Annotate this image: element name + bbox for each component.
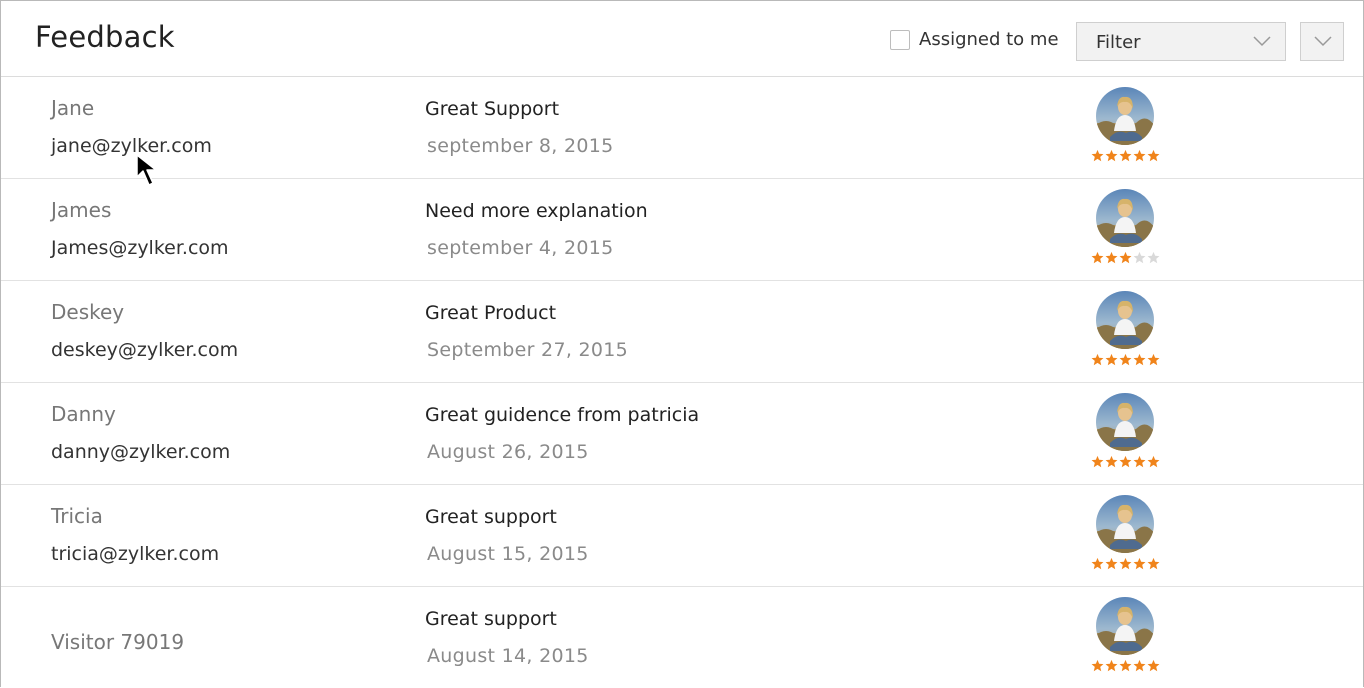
star-icon: [1147, 251, 1160, 264]
avatar: [1096, 87, 1154, 145]
chevron-down-icon: [1314, 36, 1332, 47]
star-icon: [1147, 659, 1160, 672]
star-icon: [1119, 353, 1132, 366]
assigned-to-me-toggle[interactable]: Assigned to me: [890, 29, 1059, 50]
customer-email: deskey@zylker.com: [51, 339, 239, 361]
avatar: [1096, 495, 1154, 553]
customer-email: danny@zylker.com: [51, 441, 231, 463]
feedback-date: August 15, 2015: [427, 543, 589, 565]
feedback-row[interactable]: Deskey deskey@zylker.com Great Product Sept…: [1, 281, 1363, 383]
page-title: Feedback: [35, 20, 175, 54]
customer-email: James@zylker.com: [51, 237, 229, 259]
star-icon: [1091, 557, 1104, 570]
customer-name: Visitor 79019: [51, 630, 185, 654]
feedback-subject: Great Product: [425, 302, 557, 324]
checkbox-icon[interactable]: [890, 29, 910, 50]
customer-name: Tricia: [51, 504, 103, 528]
customer-name: Jane: [51, 96, 95, 120]
feedback-row[interactable]: Danny danny@zylker.com Great guidence from…: [1, 383, 1363, 485]
filter-label: Filter: [1096, 32, 1141, 53]
star-rating: [1091, 353, 1160, 366]
customer-name: Deskey: [51, 300, 125, 324]
feedback-subject: Great Support: [425, 98, 560, 120]
star-icon: [1091, 149, 1104, 162]
customer-name: Danny: [51, 402, 116, 426]
avatar: [1096, 291, 1154, 349]
avatar: [1096, 597, 1154, 655]
star-icon: [1147, 455, 1160, 468]
feedback-row[interactable]: Visitor 79019 Great support August 14, 201…: [1, 587, 1363, 687]
avatar: [1096, 393, 1154, 451]
star-icon: [1147, 557, 1160, 570]
customer-email: jane@zylker.com: [51, 135, 212, 157]
star-icon: [1091, 659, 1104, 672]
header-bar: Feedback Assigned to me Filter: [1, 1, 1363, 77]
feedback-list: Jane jane@zylker.com Great Support septembe…: [1, 77, 1363, 687]
star-icon: [1105, 353, 1118, 366]
feedback-date: August 26, 2015: [427, 441, 589, 463]
star-icon: [1133, 251, 1146, 264]
feedback-row[interactable]: Jane jane@zylker.com Great Support septembe…: [1, 77, 1363, 179]
filter-dropdown[interactable]: Filter: [1076, 22, 1286, 61]
feedback-subject: Need more explanation: [425, 200, 648, 222]
feedback-date: August 14, 2015: [427, 645, 589, 667]
feedback-row[interactable]: James James@zylker.com Need more explanati…: [1, 179, 1363, 281]
star-icon: [1133, 455, 1146, 468]
star-icon: [1105, 149, 1118, 162]
feedback-row[interactable]: Tricia tricia@zylker.com Great support Augu…: [1, 485, 1363, 587]
star-icon: [1119, 659, 1132, 672]
star-icon: [1147, 353, 1160, 366]
avatar: [1096, 189, 1154, 247]
star-icon: [1091, 353, 1104, 366]
star-icon: [1105, 659, 1118, 672]
feedback-subject: Great support: [425, 506, 557, 528]
star-icon: [1119, 455, 1132, 468]
star-icon: [1105, 557, 1118, 570]
star-rating: [1091, 149, 1160, 162]
star-icon: [1133, 353, 1146, 366]
assigned-to-me-label: Assigned to me: [919, 29, 1059, 50]
star-rating: [1091, 659, 1160, 672]
star-icon: [1133, 659, 1146, 672]
star-icon: [1119, 251, 1132, 264]
customer-email: tricia@zylker.com: [51, 543, 220, 565]
feedback-date: september 8, 2015: [427, 135, 614, 157]
star-icon: [1119, 557, 1132, 570]
star-icon: [1091, 251, 1104, 264]
chevron-down-icon: [1253, 36, 1271, 47]
feedback-date: september 4, 2015: [427, 237, 614, 259]
feedback-subject: Great support: [425, 608, 557, 630]
feedback-subject: Great guidence from patricia: [425, 404, 700, 426]
star-icon: [1133, 149, 1146, 162]
star-icon: [1133, 557, 1146, 570]
more-options-dropdown[interactable]: [1300, 22, 1344, 61]
star-icon: [1119, 149, 1132, 162]
feedback-panel: Feedback Assigned to me Filter Jane jane@…: [0, 0, 1364, 687]
star-rating: [1091, 251, 1160, 264]
star-icon: [1147, 149, 1160, 162]
star-rating: [1091, 557, 1160, 570]
star-icon: [1105, 251, 1118, 264]
feedback-date: September 27, 2015: [427, 339, 629, 361]
star-icon: [1091, 455, 1104, 468]
star-rating: [1091, 455, 1160, 468]
star-icon: [1105, 455, 1118, 468]
customer-name: James: [51, 198, 112, 222]
